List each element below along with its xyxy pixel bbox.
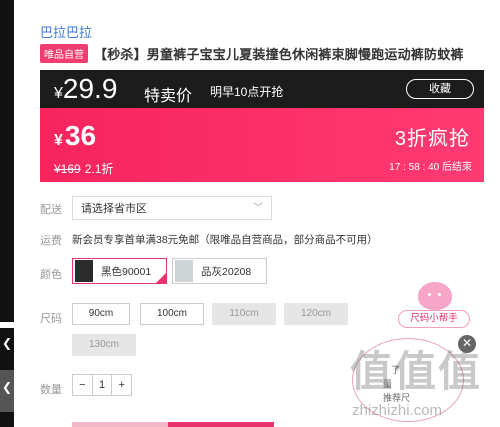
color-option-label: 品灰20208 xyxy=(201,265,252,278)
brand-link[interactable]: 巴拉巴拉 xyxy=(40,22,92,41)
flash-start-time: 明早10点开抢 xyxy=(210,85,284,99)
promo-label: 3折疯抢 xyxy=(394,128,470,150)
countdown-timer: 17 : 58 : 40 后结束 xyxy=(389,162,472,173)
thumb-arrow-icon[interactable]: ❮ xyxy=(2,380,12,394)
flash-sale-band: ¥29.9 特卖价 明早10点开抢 收藏 xyxy=(40,70,484,108)
region-select-value: 请选择省市区 xyxy=(81,203,147,215)
action-buttons-strip xyxy=(72,422,274,427)
color-option-grey[interactable]: 品灰20208 xyxy=(172,258,267,284)
shipping-info: 新会员专享首单满38元免邮（限唯品自营商品，部分商品不可用） xyxy=(72,234,378,246)
color-label: 颜色 xyxy=(40,269,62,281)
watermark-logo: 值值值 xyxy=(350,348,483,395)
flash-price: ¥29.9 xyxy=(54,75,117,108)
original-price-row: ¥169 2.1折 xyxy=(54,160,113,177)
quantity-stepper: − 1 + xyxy=(72,374,132,396)
watermark-url: zhizhizhi.com xyxy=(352,402,443,419)
flash-currency: ¥ xyxy=(54,85,63,102)
discount-label: 2.1折 xyxy=(84,162,114,176)
original-price: ¥169 xyxy=(54,162,81,176)
quantity-value[interactable]: 1 xyxy=(91,375,113,395)
left-panel-gap xyxy=(0,322,14,328)
mascot-eye xyxy=(428,293,431,296)
delivery-label: 配送 xyxy=(40,204,62,216)
sale-price-value: 36 xyxy=(64,120,97,151)
size-label: 尺码 xyxy=(40,313,62,325)
sale-price-band: ¥36 ¥169 2.1折 3折疯抢 17 : 58 : 40 后结束 xyxy=(40,108,484,182)
product-title: 【秒杀】男童裤子宝宝儿夏装撞色休闲裤束脚慢跑运动裤防蚊裤 xyxy=(94,47,464,62)
color-option-label: 黑色90001 xyxy=(101,265,152,278)
quantity-minus-button[interactable]: − xyxy=(73,375,92,395)
color-swatch xyxy=(75,260,93,282)
quantity-plus-button[interactable]: + xyxy=(112,375,131,395)
flash-price-value: 29.9 xyxy=(62,73,118,104)
size-helper-label: 尺码小帮手 xyxy=(398,310,470,328)
size-option-100[interactable]: 100cm xyxy=(140,303,204,325)
title-row: 唯品自营 【秒杀】男童裤子宝宝儿夏装撞色休闲裤束脚慢跑运动裤防蚊裤 xyxy=(40,44,490,63)
mascot-icon xyxy=(418,282,452,310)
size-option-130[interactable]: 130cm xyxy=(72,334,136,356)
size-option-90[interactable]: 90cm xyxy=(72,303,130,325)
chevron-down-icon: ﹀ xyxy=(253,203,263,214)
size-option-110[interactable]: 110cm xyxy=(212,303,276,325)
sale-price: ¥36 xyxy=(54,122,96,155)
sale-currency: ¥ xyxy=(54,132,63,149)
favorite-button[interactable]: 收藏 xyxy=(406,79,474,99)
self-operated-badge: 唯品自营 xyxy=(40,44,88,63)
mascot-eye xyxy=(438,293,441,296)
left-arrow-icon[interactable]: ❮ xyxy=(2,336,12,350)
region-select[interactable]: 请选择省市区 ﹀ xyxy=(72,196,272,220)
left-panel-edge: ❮ ❮ xyxy=(0,0,14,427)
selected-check-icon xyxy=(155,272,167,284)
quantity-label: 数量 xyxy=(40,384,62,396)
color-swatch xyxy=(175,260,193,282)
shipping-label: 运费 xyxy=(40,235,62,247)
buy-button-edge[interactable] xyxy=(168,422,274,427)
size-option-120[interactable]: 120cm xyxy=(284,303,348,325)
flash-price-label: 特卖价 xyxy=(144,88,193,105)
color-option-black[interactable]: 黑色90001 xyxy=(72,258,167,284)
